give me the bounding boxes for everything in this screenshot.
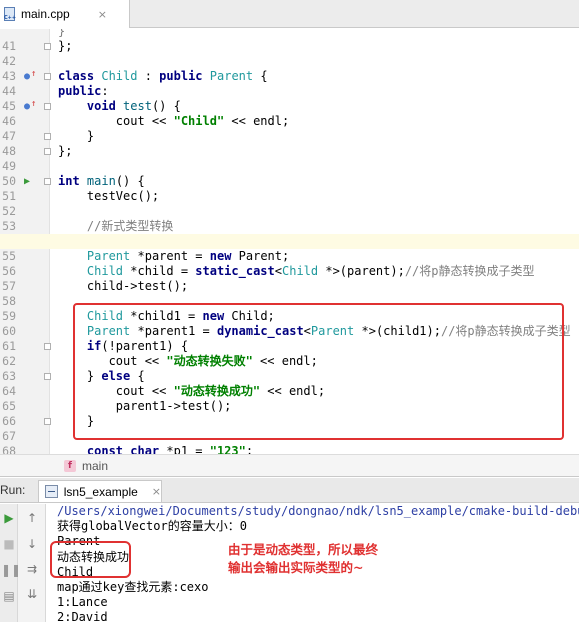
console-line: map通过key查找元素:cexo <box>57 579 209 594</box>
fold-icon[interactable] <box>44 133 51 140</box>
close-tab-icon[interactable]: × <box>98 8 107 21</box>
code-line: 48 } <box>0 129 579 158</box>
code-line: 41} <box>0 29 579 53</box>
fold-icon[interactable] <box>44 343 51 350</box>
down-arrow-icon[interactable]: ↓ <box>24 536 40 552</box>
code-line: 45 public: <box>0 84 579 113</box>
console-line: 1:Lance <box>57 595 108 610</box>
breadcrumb: f main <box>0 454 579 477</box>
close-run-tab-icon[interactable]: × <box>152 485 161 498</box>
fold-icon[interactable] <box>44 148 51 155</box>
console-line: 2:David <box>57 610 108 622</box>
code-line: 54 //新式类型转换 <box>0 219 579 248</box>
console-line: /Users/xiongwei/Documents/study/dongnao/… <box>57 504 579 518</box>
code-line: 69 const char *p1 = "123"; <box>86 444 254 454</box>
soft-wrap-icon[interactable]: ⇉ <box>24 561 40 577</box>
console-icon <box>45 485 58 498</box>
code-highlight-box <box>73 303 564 440</box>
run-icon[interactable]: ▶ <box>24 175 38 188</box>
code-editor[interactable]: 41} 42}; 43 44●class Child : public Pare… <box>0 29 579 454</box>
fold-icon[interactable] <box>44 178 51 185</box>
code-line: 56 Parent *parent = new Parent; <box>0 249 579 278</box>
overrides-icon[interactable]: ● <box>24 68 38 83</box>
code-line: 52 testVec(); <box>0 189 579 218</box>
breadcrumb-function[interactable]: main <box>82 459 108 473</box>
fold-icon[interactable] <box>44 418 51 425</box>
code-line: 50 <box>0 159 579 188</box>
console-action-strip: ↑ ↓ ⇉ ⇊ <box>18 504 46 622</box>
code-line: 47 cout << "Child" << endl; <box>0 114 579 143</box>
run-title: Run: <box>0 483 26 497</box>
code-line: 58 child->test(); <box>0 279 579 308</box>
scroll-to-end-icon[interactable]: ⇊ <box>24 586 40 602</box>
code-line: 57 Child *child = static_cast<Child *>(p… <box>0 264 579 293</box>
current-line-highlight <box>0 234 579 249</box>
code-line: 53 <box>0 204 579 233</box>
code-line: 49}; <box>0 144 579 173</box>
stop-icon[interactable]: ■ <box>1 536 17 552</box>
fold-icon[interactable] <box>44 373 51 380</box>
run-tab-label: lsn5_example <box>63 484 138 499</box>
fold-icon[interactable] <box>44 103 51 110</box>
function-icon: f <box>64 459 76 472</box>
code-text: }; <box>58 39 73 53</box>
rerun-icon[interactable]: ▶ <box>1 510 17 526</box>
editor-tab-bar: main.cpp × <box>0 0 579 28</box>
code-line: 51 ▶ int main() { <box>0 174 579 203</box>
output-highlight-box <box>50 541 131 578</box>
fold-icon[interactable] <box>44 73 51 80</box>
tab-label: main.cpp <box>21 7 70 21</box>
console-line: 获得globalVector的容量大小：0 <box>57 519 247 534</box>
code-line: 44●class Child : public Parent { <box>0 68 579 98</box>
code-line: 46● void test() { <box>0 98 579 128</box>
tab-main-cpp[interactable]: main.cpp × <box>0 0 130 28</box>
cpp-file-icon <box>4 7 16 21</box>
run-action-strip: ▶ ■ ❚❚ ▤ <box>0 504 21 622</box>
pause-icon[interactable]: ❚❚ <box>1 562 21 578</box>
code-line: 43 <box>0 54 579 83</box>
code-line: 42}; <box>0 39 579 68</box>
run-toolbar: Run: lsn5_example × <box>0 478 579 503</box>
tab-run-config[interactable]: lsn5_example × <box>38 480 162 502</box>
code-comment: //新式类型转换 <box>58 219 174 233</box>
dump-threads-icon[interactable]: ▤ <box>1 588 17 604</box>
up-arrow-icon[interactable]: ↑ <box>24 510 40 526</box>
annotation-note: 由于是动态类型，所以最终输出会输出实际类型的~ <box>228 542 379 575</box>
overrides-icon[interactable]: ● <box>24 98 38 113</box>
fold-icon[interactable] <box>44 43 51 50</box>
